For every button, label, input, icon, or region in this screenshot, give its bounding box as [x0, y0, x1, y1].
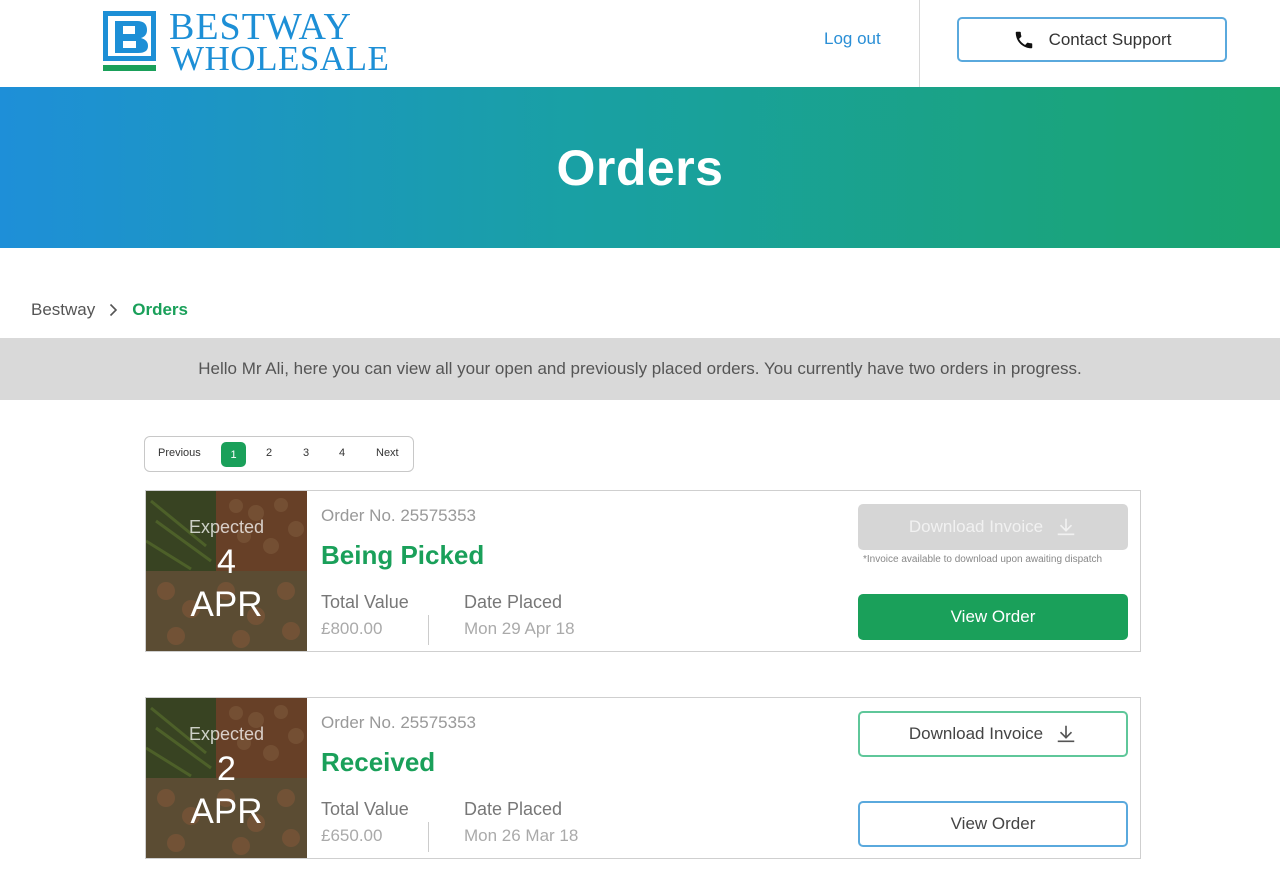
- expected-label: Expected: [188, 517, 265, 537]
- expected-month: APR: [190, 792, 263, 831]
- order-thumbnail: Expected 4 APR: [146, 491, 307, 651]
- download-icon: [1057, 725, 1075, 743]
- download-invoice-button[interactable]: Download Invoice: [858, 504, 1128, 550]
- page-banner: Orders: [0, 87, 1280, 248]
- value-divider: [428, 822, 429, 852]
- breadcrumb: Bestway Orders: [31, 300, 188, 320]
- value-divider: [428, 615, 429, 645]
- pagination-next[interactable]: Next: [376, 447, 399, 459]
- pagination-page-3[interactable]: 3: [303, 447, 309, 459]
- pagination-page-1[interactable]: 1: [221, 442, 246, 467]
- order-thumbnail: Expected 2 APR: [146, 698, 307, 858]
- total-value-label: Total Value: [321, 799, 409, 819]
- view-order-button[interactable]: View Order: [858, 801, 1128, 847]
- site-header: BESTWAY WHOLESALE Log out Contact Suppor…: [0, 0, 1280, 87]
- header-divider: [919, 0, 920, 87]
- expected-date: Expected 2 APR: [146, 698, 307, 858]
- total-value-label: Total Value: [321, 592, 409, 612]
- invoice-note: *Invoice available to download upon awai…: [863, 554, 1103, 565]
- download-icon: [1057, 518, 1075, 536]
- breadcrumb-current: Orders: [132, 300, 188, 319]
- date-placed-label: Date Placed: [464, 799, 563, 819]
- order-card: Expected 2 APR Order No. 25575353 Receiv…: [145, 697, 1141, 859]
- expected-date: Expected 4 APR: [146, 491, 307, 651]
- pagination-page-2[interactable]: 2: [266, 447, 272, 459]
- expected-day: 2: [217, 750, 236, 788]
- order-card: Expected 4 APR Order No. 25575353 Being …: [145, 490, 1141, 652]
- logo-text-wholesale: WHOLESALE: [171, 39, 390, 78]
- download-invoice-button[interactable]: Download Invoice: [858, 711, 1128, 757]
- total-value: £800.00: [321, 619, 383, 638]
- contact-support-button[interactable]: Contact Support: [957, 17, 1227, 62]
- date-placed-label: Date Placed: [464, 592, 563, 612]
- phone-icon: [1015, 31, 1032, 48]
- chevron-right-icon: [110, 303, 118, 317]
- order-status: Being Picked: [321, 540, 485, 570]
- expected-day: 4: [217, 543, 236, 581]
- download-invoice-label: Download Invoice: [908, 517, 1044, 536]
- view-order-button[interactable]: View Order: [858, 594, 1128, 640]
- total-value: £650.00: [321, 826, 383, 845]
- contact-support-label: Contact Support: [1048, 29, 1172, 49]
- download-invoice-label: Download Invoice: [908, 724, 1044, 743]
- intro-text: Hello Mr Ali, here you can view all your…: [198, 359, 1082, 378]
- pagination-page-4[interactable]: 4: [339, 447, 345, 459]
- page-title: Orders: [556, 139, 724, 196]
- logout-link[interactable]: Log out: [824, 29, 881, 49]
- expected-month: APR: [190, 585, 263, 624]
- expected-label: Expected: [188, 724, 265, 744]
- order-number: Order No. 25575353: [321, 506, 476, 525]
- date-placed: Mon 29 Apr 18: [464, 619, 575, 638]
- pagination-previous[interactable]: Previous: [158, 447, 201, 459]
- bestway-b-logo-icon: [103, 11, 156, 71]
- date-placed: Mon 26 Mar 18: [464, 826, 579, 845]
- breadcrumb-home[interactable]: Bestway: [31, 300, 95, 320]
- order-status: Received: [321, 747, 436, 777]
- intro-message: Hello Mr Ali, here you can view all your…: [0, 338, 1280, 400]
- order-number: Order No. 25575353: [321, 713, 476, 732]
- pagination: Previous 1 2 3 4 Next: [144, 436, 414, 472]
- bestway-logo[interactable]: BESTWAY WHOLESALE: [103, 7, 389, 77]
